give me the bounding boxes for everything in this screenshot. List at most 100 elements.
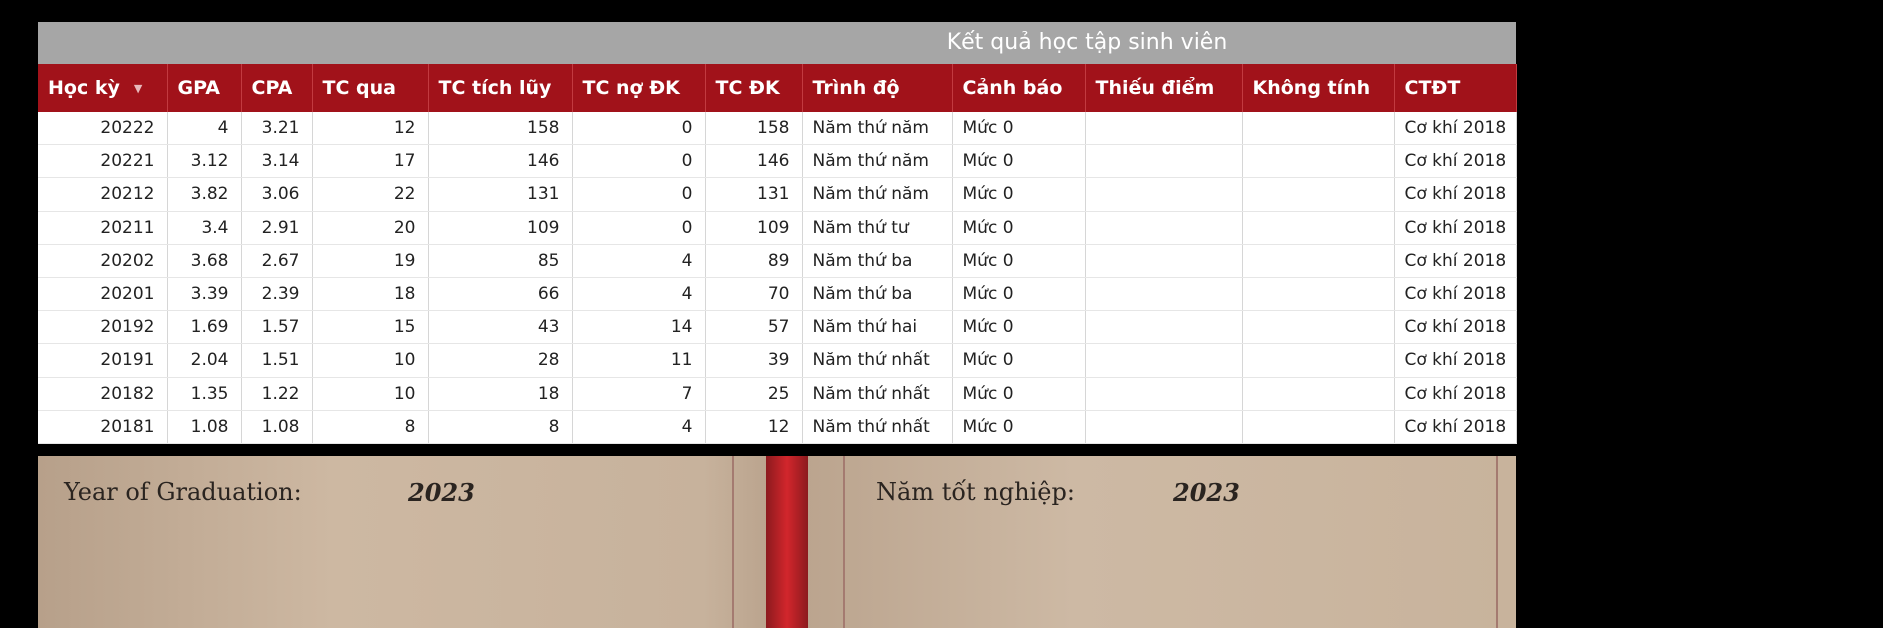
cell-hoc-ky: 20212 <box>38 177 168 212</box>
certificate-border <box>732 456 734 628</box>
cell-tc-dk: 12 <box>705 410 803 444</box>
table-header-row: Học kỳ ▼ GPA CPA TC qua TC tích lũy TC nợ… <box>38 64 1517 112</box>
cell-khong-tinh <box>1242 244 1395 278</box>
cell-hoc-ky: 20221 <box>38 144 168 179</box>
table-row[interactable]: 20191 2.04 1.51 10 28 11 39 Năm thứ nhất Mức 0 Cơ… <box>38 343 1517 378</box>
cell-tc-tich-luy: 28 <box>428 343 573 378</box>
cell-tc-no-dk: 0 <box>572 211 706 245</box>
cell-ctdt: Cơ khí 2018 <box>1394 410 1517 444</box>
cell-khong-tinh <box>1242 277 1395 312</box>
cell-tc-tich-luy: 158 <box>428 112 573 146</box>
certificate-border <box>843 456 845 628</box>
sort-down-icon[interactable]: ▼ <box>134 82 142 95</box>
cell-gpa: 3.12 <box>167 144 242 179</box>
table-row[interactable]: 20181 1.08 1.08 8 8 4 12 Năm thứ nhất Mức 0 Cơ kh… <box>38 410 1517 444</box>
certificate-image: Year of Graduation: 2023 Năm tốt nghiệp:… <box>38 456 1516 628</box>
cell-cpa: 1.22 <box>241 377 313 411</box>
cell-thieu-diem <box>1085 343 1243 378</box>
column-header-tc-qua[interactable]: TC qua <box>312 64 429 112</box>
cell-hoc-ky: 20191 <box>38 343 168 378</box>
cell-ctdt: Cơ khí 2018 <box>1394 112 1517 146</box>
cell-gpa: 3.39 <box>167 277 242 312</box>
table-row[interactable]: 20192 1.69 1.57 15 43 14 57 Năm thứ hai Mức 0 Cơ … <box>38 310 1517 345</box>
cell-hoc-ky: 20192 <box>38 310 168 345</box>
table-row[interactable]: 20182 1.35 1.22 10 18 7 25 Năm thứ nhất Mức 0 Cơ … <box>38 377 1517 411</box>
cell-cpa: 1.08 <box>241 410 313 444</box>
cell-tc-no-dk: 4 <box>572 410 706 444</box>
table-row[interactable]: 20211 3.4 2.91 20 109 0 109 Năm thứ tư Mức 0 Cơ k… <box>38 211 1517 245</box>
graduation-year-value-en: 2023 <box>408 478 475 507</box>
cell-trinh-do: Năm thứ năm <box>802 177 953 212</box>
column-header-ctdt[interactable]: CTĐT <box>1394 64 1517 112</box>
cell-thieu-diem <box>1085 410 1243 444</box>
panel-title: Kết quả học tập sinh viên <box>38 22 1516 64</box>
cell-tc-no-dk: 7 <box>572 377 706 411</box>
cell-gpa: 1.69 <box>167 310 242 345</box>
cell-khong-tinh <box>1242 177 1395 212</box>
cell-gpa: 1.08 <box>167 410 242 444</box>
cell-canh-bao: Mức 0 <box>952 377 1086 411</box>
cell-trinh-do: Năm thứ tư <box>802 211 953 245</box>
certificate-ribbon <box>766 456 808 628</box>
column-header-gpa[interactable]: GPA <box>167 64 242 112</box>
cell-canh-bao: Mức 0 <box>952 112 1086 146</box>
cell-tc-tich-luy: 43 <box>428 310 573 345</box>
cell-tc-qua: 12 <box>312 112 429 146</box>
cell-tc-no-dk: 4 <box>572 277 706 312</box>
cell-tc-dk: 70 <box>705 277 803 312</box>
cell-tc-no-dk: 0 <box>572 112 706 146</box>
column-header-thieu-diem[interactable]: Thiếu điểm <box>1085 64 1243 112</box>
cell-tc-no-dk: 11 <box>572 343 706 378</box>
cell-thieu-diem <box>1085 310 1243 345</box>
cell-hoc-ky: 20222 <box>38 112 168 146</box>
cell-thieu-diem <box>1085 277 1243 312</box>
cell-ctdt: Cơ khí 2018 <box>1394 377 1517 411</box>
cell-trinh-do: Năm thứ năm <box>802 112 953 146</box>
column-header-cpa[interactable]: CPA <box>241 64 313 112</box>
results-panel: Kết quả học tập sinh viên Học kỳ ▼ GPA CP… <box>38 22 1517 444</box>
cell-gpa: 3.4 <box>167 211 242 245</box>
cell-trinh-do: Năm thứ ba <box>802 244 953 278</box>
column-header-canh-bao[interactable]: Cảnh báo <box>952 64 1086 112</box>
table-row[interactable]: 20221 3.12 3.14 17 146 0 146 Năm thứ năm Mức 0 Cơ… <box>38 144 1517 179</box>
table-row[interactable]: 20201 3.39 2.39 18 66 4 70 Năm thứ ba Mức 0 Cơ kh… <box>38 277 1517 312</box>
column-header-tc-no-dk[interactable]: TC nợ ĐK <box>572 64 706 112</box>
column-header-khong-tinh[interactable]: Không tính <box>1242 64 1395 112</box>
cell-tc-dk: 89 <box>705 244 803 278</box>
cell-khong-tinh <box>1242 112 1395 146</box>
cell-thieu-diem <box>1085 112 1243 146</box>
cell-tc-dk: 25 <box>705 377 803 411</box>
cell-thieu-diem <box>1085 211 1243 245</box>
cell-thieu-diem <box>1085 377 1243 411</box>
column-header-hoc-ky[interactable]: Học kỳ ▼ <box>38 64 168 112</box>
cell-cpa: 2.39 <box>241 277 313 312</box>
cell-ctdt: Cơ khí 2018 <box>1394 277 1517 312</box>
cell-thieu-diem <box>1085 244 1243 278</box>
table-row[interactable]: 20222 4 3.21 12 158 0 158 Năm thứ năm Mức 0 Cơ kh… <box>38 112 1517 146</box>
cell-tc-qua: 20 <box>312 211 429 245</box>
cell-tc-qua: 22 <box>312 177 429 212</box>
cell-tc-dk: 158 <box>705 112 803 146</box>
column-header-tc-tich-luy[interactable]: TC tích lũy <box>428 64 573 112</box>
cell-tc-no-dk: 0 <box>572 144 706 179</box>
cell-trinh-do: Năm thứ nhất <box>802 410 953 444</box>
cell-cpa: 2.91 <box>241 211 313 245</box>
cell-ctdt: Cơ khí 2018 <box>1394 310 1517 345</box>
cell-hoc-ky: 20202 <box>38 244 168 278</box>
table-row[interactable]: 20212 3.82 3.06 22 131 0 131 Năm thứ năm Mức 0 Cơ… <box>38 177 1517 212</box>
cell-tc-qua: 10 <box>312 377 429 411</box>
cell-khong-tinh <box>1242 144 1395 179</box>
cell-cpa: 3.14 <box>241 144 313 179</box>
cell-tc-dk: 131 <box>705 177 803 212</box>
cell-tc-qua: 10 <box>312 343 429 378</box>
graduation-year-value-vi: 2023 <box>1173 478 1240 507</box>
results-table: Học kỳ ▼ GPA CPA TC qua TC tích lũy TC nợ… <box>38 64 1517 444</box>
column-header-trinh-do[interactable]: Trình độ <box>802 64 953 112</box>
column-header-tc-dk[interactable]: TC ĐK <box>705 64 803 112</box>
cell-tc-tich-luy: 66 <box>428 277 573 312</box>
cell-tc-no-dk: 0 <box>572 177 706 212</box>
cell-khong-tinh <box>1242 343 1395 378</box>
cell-tc-dk: 57 <box>705 310 803 345</box>
cell-tc-tich-luy: 131 <box>428 177 573 212</box>
table-row[interactable]: 20202 3.68 2.67 19 85 4 89 Năm thứ ba Mức 0 Cơ kh… <box>38 244 1517 278</box>
